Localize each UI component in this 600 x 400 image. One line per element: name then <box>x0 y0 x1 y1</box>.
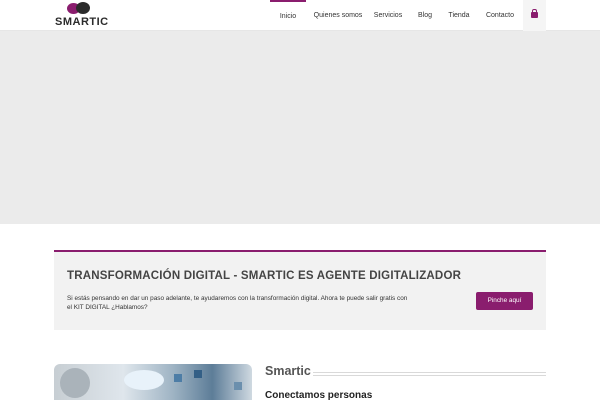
hero-slider <box>0 31 600 224</box>
logo-mark-icon <box>67 2 91 14</box>
section-image <box>54 364 252 400</box>
section-divider <box>313 372 546 373</box>
pinche-aqui-button[interactable]: Pinche aquí <box>476 292 533 310</box>
nav-item-tienda[interactable]: Tienda <box>446 0 472 31</box>
nav-item-servicios[interactable]: Servicios <box>372 0 404 31</box>
logo[interactable]: SMARTIC <box>55 2 108 29</box>
nav-item-quienes-somos[interactable]: Quienes somos <box>310 0 366 31</box>
kit-digital-banner: TRANSFORMACIÓN DIGITAL - SMARTIC ES AGEN… <box>54 250 546 330</box>
nav-item-inicio[interactable]: Inicio <box>270 0 306 31</box>
section-title: Smartic <box>265 364 311 378</box>
section-subtitle: Conectamos personas <box>265 390 373 400</box>
cart-button[interactable] <box>523 0 546 31</box>
section-divider <box>313 375 546 376</box>
banner-title: TRANSFORMACIÓN DIGITAL - SMARTIC ES AGEN… <box>67 270 462 282</box>
nav-item-blog[interactable]: Blog <box>415 0 435 31</box>
site-header: SMARTIC Inicio Quienes somos Servicios B… <box>0 0 600 31</box>
nav-item-contacto[interactable]: Contacto <box>484 0 516 31</box>
shopping-bag-icon <box>531 9 538 18</box>
banner-text: Si estás pensando en dar un paso adelant… <box>67 295 408 311</box>
logo-text: SMARTIC <box>55 16 109 28</box>
